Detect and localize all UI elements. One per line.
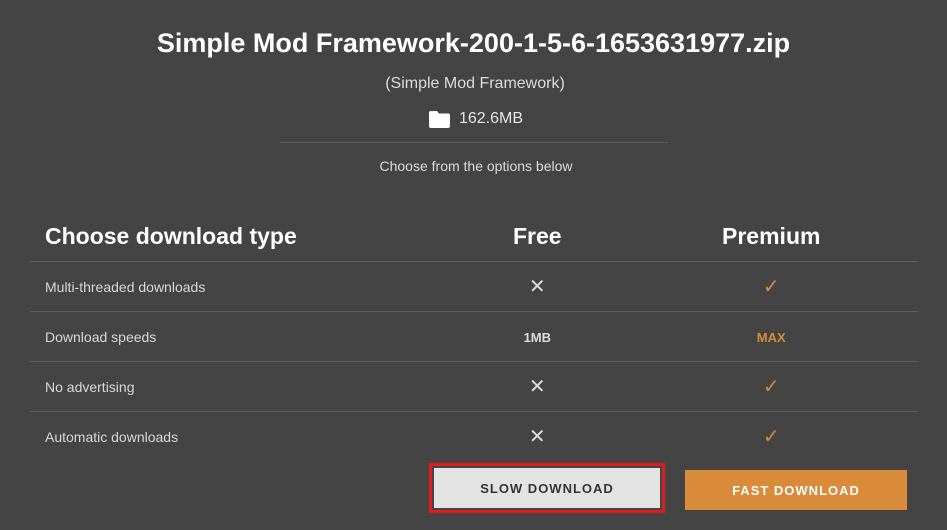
- table-row: Download speeds 1MB MAX: [30, 312, 918, 362]
- table-header-row: Choose download type Free Premium: [30, 211, 918, 262]
- free-speed-value: 1MB: [523, 329, 552, 345]
- table-row: No advertising ✕ ✓: [30, 362, 918, 412]
- header-free: Free: [513, 222, 562, 249]
- folder-icon: [428, 110, 450, 128]
- row-label: No advertising: [45, 378, 135, 395]
- check-icon: ✓: [762, 375, 780, 398]
- check-icon: ✓: [762, 425, 780, 448]
- file-size: 162.6MB: [458, 110, 524, 127]
- file-size-row: 162.6MB: [0, 110, 947, 128]
- fast-download-button[interactable]: FAST DOWNLOAD: [685, 470, 907, 510]
- choose-options-text: Choose from the options below: [379, 158, 573, 174]
- cross-icon: ✕: [528, 425, 546, 448]
- row-label: Download speeds: [45, 328, 157, 345]
- mod-name: (Simple Mod Framework): [385, 75, 565, 92]
- premium-speed-value: MAX: [756, 329, 786, 345]
- cross-icon: ✕: [528, 275, 546, 298]
- divider: [280, 142, 668, 143]
- header-premium: Premium: [722, 222, 821, 249]
- table-row: Multi-threaded downloads ✕ ✓: [30, 262, 918, 312]
- slow-download-highlight: SLOW DOWNLOAD: [429, 463, 665, 513]
- download-page: Simple Mod Framework-200-1-5-6-165363197…: [0, 0, 947, 530]
- table-row: Automatic downloads ✕ ✓: [30, 412, 918, 461]
- slow-download-button[interactable]: SLOW DOWNLOAD: [434, 468, 660, 508]
- header-label: Choose download type: [45, 222, 297, 249]
- cross-icon: ✕: [528, 375, 546, 398]
- row-label: Multi-threaded downloads: [45, 278, 206, 295]
- file-name-title: Simple Mod Framework-200-1-5-6-165363197…: [156, 28, 791, 58]
- check-icon: ✓: [762, 275, 780, 298]
- download-type-table: Choose download type Free Premium Multi-…: [30, 211, 918, 461]
- row-label: Automatic downloads: [45, 428, 179, 445]
